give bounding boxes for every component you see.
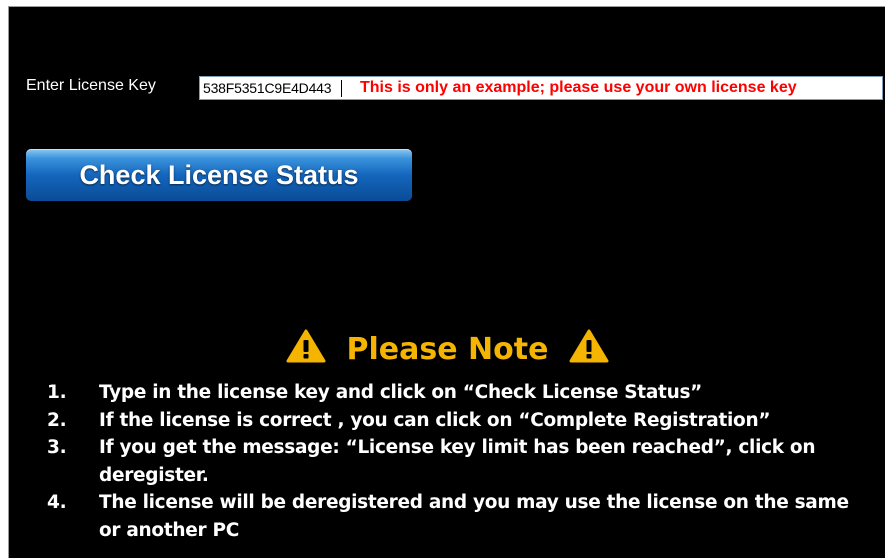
please-note-heading: Please Note: [9, 329, 885, 367]
step-text: The license will be deregistered and you…: [99, 492, 849, 541]
step-number: 3.: [47, 437, 67, 458]
license-key-value[interactable]: 538F5351C9E4D443: [203, 80, 332, 96]
instruction-step: 1. Type in the license key and click on …: [47, 379, 867, 407]
step-number: 4.: [47, 492, 67, 513]
instruction-list: 1. Type in the license key and click on …: [47, 379, 867, 544]
license-key-label: Enter License Key: [26, 77, 156, 94]
step-number: 2.: [47, 409, 67, 431]
step-text: If you get the message: “License key lim…: [99, 437, 816, 486]
warning-triangle-icon: [286, 329, 326, 363]
step-text: Type in the license key and click on “Ch…: [99, 382, 703, 403]
step-number: 1.: [47, 382, 67, 403]
please-note-title: Please Note: [346, 332, 549, 367]
instruction-step: 3. If you get the message: “License key …: [47, 434, 867, 489]
instruction-step: 2. If the license is correct , you can c…: [47, 407, 867, 435]
app-window: Enter License Key 538F5351C9E4D443 This …: [8, 6, 885, 558]
text-caret: [341, 80, 342, 97]
check-license-status-button[interactable]: Check License Status: [26, 149, 412, 201]
step-text: If the license is correct , you can clic…: [99, 409, 771, 431]
example-key-note: This is only an example; please use your…: [360, 79, 797, 96]
license-key-input[interactable]: 538F5351C9E4D443 This is only an example…: [199, 76, 883, 100]
warning-triangle-icon: [569, 329, 609, 363]
instruction-step: 4. The license will be deregistered and …: [47, 489, 867, 544]
